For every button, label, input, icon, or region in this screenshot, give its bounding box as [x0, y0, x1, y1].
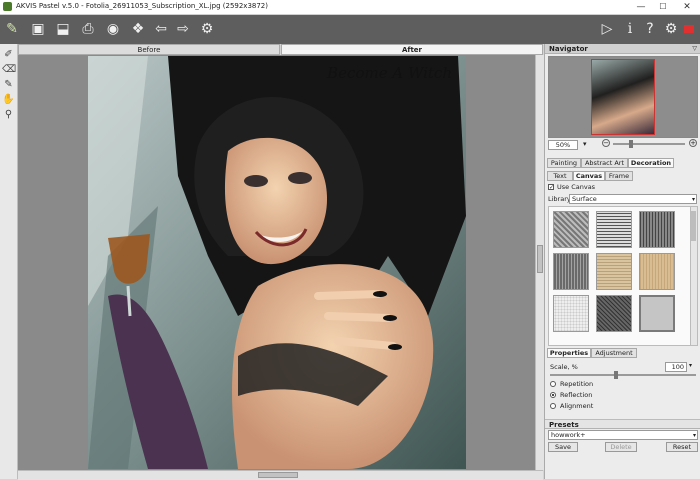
texture-swatch[interactable]: [639, 211, 675, 248]
stroke-pen-icon[interactable]: ✐: [2, 48, 15, 61]
batch-icon[interactable]: ❖: [128, 19, 148, 39]
texture-scroll-thumb[interactable]: [691, 211, 696, 241]
print-icon[interactable]: ⎙: [78, 19, 98, 39]
zoom-dropdown-icon[interactable]: ▾: [583, 140, 587, 148]
redo-arrow-icon[interactable]: ⇨: [173, 19, 193, 39]
scale-dropdown-icon[interactable]: ▾: [689, 362, 692, 369]
settings-gears-icon[interactable]: ⚙: [197, 19, 217, 39]
repetition-radio[interactable]: [550, 381, 556, 387]
vertical-scroll-thumb[interactable]: [537, 245, 543, 273]
brush-icon[interactable]: ✎: [2, 78, 15, 91]
delete-preset-button[interactable]: Delete: [605, 442, 637, 452]
navigator-title: Navigator: [549, 45, 588, 53]
reflection-label: Reflection: [560, 391, 593, 399]
zoom-in-icon[interactable]: +: [689, 139, 697, 147]
texture-swatch[interactable]: [596, 253, 632, 290]
save-icon[interactable]: ⬓: [53, 19, 73, 39]
navigator-thumbnail[interactable]: [591, 59, 655, 135]
pastel-painting: [88, 56, 466, 469]
texture-swatch[interactable]: [553, 211, 589, 248]
eraser-icon[interactable]: ⌫: [2, 63, 16, 76]
texture-scrollbar[interactable]: [690, 207, 697, 345]
texture-swatch[interactable]: [639, 253, 675, 290]
texture-swatch[interactable]: [596, 211, 632, 248]
zoom-out-icon[interactable]: −: [602, 139, 610, 147]
run-play-icon[interactable]: ▷: [597, 19, 617, 39]
texture-swatch-selected[interactable]: [639, 295, 675, 332]
view-tabs: Before After: [18, 44, 543, 55]
tab-canvas[interactable]: Canvas: [573, 171, 605, 181]
minimize-button[interactable]: —: [630, 0, 652, 14]
tab-adjustment[interactable]: Adjustment: [591, 348, 637, 358]
left-tools-panel: ✐ ⌫ ✎ ✋ ⚲: [0, 44, 18, 479]
horizontal-scroll-thumb[interactable]: [258, 472, 298, 478]
maximize-button[interactable]: ☐: [652, 0, 674, 14]
vertical-scrollbar[interactable]: [535, 55, 544, 470]
image-canvas[interactable]: Become A Witch: [18, 55, 543, 470]
zoom-icon[interactable]: ⚲: [2, 108, 15, 121]
tab-frame[interactable]: Frame: [605, 171, 633, 181]
library-select[interactable]: Surface ▾: [569, 194, 697, 204]
notification-red-icon[interactable]: [684, 25, 694, 33]
texture-swatch[interactable]: [596, 295, 632, 332]
preferences-gear-icon[interactable]: ⚙: [661, 19, 681, 39]
tab-before[interactable]: Before: [18, 44, 280, 55]
image-caption-text: Become A Witch: [327, 64, 452, 82]
scale-label: Scale, %: [550, 363, 578, 371]
app-logo-icon: [3, 2, 12, 11]
undo-arrow-icon[interactable]: ⇦: [151, 19, 171, 39]
pastel-photo: Become A Witch: [88, 56, 466, 469]
library-label: Library: [548, 195, 571, 203]
window-title: AKVIS Pastel v.5.0 - Fotolia_26911053_Su…: [16, 2, 268, 10]
use-canvas-checkbox[interactable]: ✓: [548, 184, 554, 191]
logo-brush-icon: ✎: [6, 21, 18, 37]
reflection-radio[interactable]: [550, 392, 556, 398]
texture-library-grid: [548, 206, 698, 346]
zoom-slider-thumb[interactable]: [629, 140, 633, 148]
tab-decoration[interactable]: Decoration: [628, 158, 674, 168]
save-preset-button[interactable]: Save: [548, 442, 578, 452]
scale-slider-thumb[interactable]: [614, 371, 618, 379]
texture-swatch[interactable]: [553, 253, 589, 290]
main-toolbar: ✎ ▣ ⬓ ⎙ ◉ ❖ ⇦ ⇨ ⚙ ▷ i ? ⚙: [0, 15, 700, 44]
texture-swatch[interactable]: [553, 295, 589, 332]
share-icon[interactable]: ◉: [103, 19, 123, 39]
collapse-arrow-icon[interactable]: ▽: [692, 44, 697, 54]
close-button[interactable]: ✕: [676, 0, 698, 14]
scale-input[interactable]: 100: [665, 362, 687, 372]
presets-select[interactable]: howwork+ ▾: [548, 430, 698, 440]
presets-dropdown-icon[interactable]: ▾: [693, 431, 696, 440]
library-dropdown-icon[interactable]: ▾: [692, 195, 695, 204]
tab-painting[interactable]: Painting: [547, 158, 581, 168]
help-icon[interactable]: ?: [640, 19, 660, 39]
tab-after[interactable]: After: [281, 44, 543, 55]
tab-abstract-art[interactable]: Abstract Art: [581, 158, 628, 168]
navigator-header: Navigator ▽: [545, 44, 700, 54]
scale-slider[interactable]: [550, 371, 696, 379]
tab-properties[interactable]: Properties: [547, 348, 591, 358]
repetition-label: Repetition: [560, 380, 594, 388]
use-canvas-label: Use Canvas: [557, 183, 596, 191]
zoom-slider-track[interactable]: [613, 140, 685, 148]
presets-select-value: howwork+: [551, 431, 586, 439]
hand-icon[interactable]: ✋: [2, 93, 15, 106]
open-folder-icon[interactable]: ▣: [28, 19, 48, 39]
presets-header: Presets: [545, 419, 700, 429]
title-bar: AKVIS Pastel v.5.0 - Fotolia_26911053_Su…: [0, 0, 700, 15]
alignment-radio[interactable]: [550, 403, 556, 409]
navigator-preview[interactable]: [548, 56, 698, 138]
zoom-field[interactable]: 50%: [548, 140, 578, 150]
alignment-label: Alignment: [560, 402, 594, 410]
info-icon[interactable]: i: [620, 19, 640, 39]
settings-panel: Navigator ▽ 50% ▾ − + Painting Abstract …: [544, 44, 700, 479]
library-select-value: Surface: [572, 195, 597, 203]
reset-preset-button[interactable]: Reset: [666, 442, 698, 452]
tab-text[interactable]: Text: [547, 171, 573, 181]
